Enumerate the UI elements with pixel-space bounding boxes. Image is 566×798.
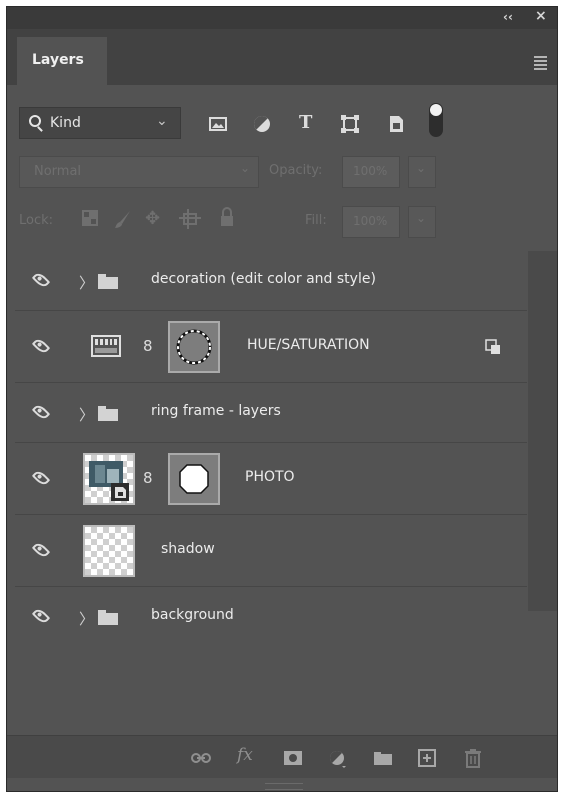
lock-artboard-icon[interactable] [179,209,201,229]
fx-icon[interactable]: fx [237,745,257,765]
layer-mask-thumbnail[interactable] [168,321,220,373]
shape-filter-icon[interactable] [339,113,361,135]
search-icon [29,115,41,127]
folder-icon [98,610,118,625]
tab-layers-label: Layers [32,52,84,68]
delete-layer-icon[interactable] [463,748,483,768]
chevron-down-icon: ⌄ [240,161,251,175]
filter-kind-select[interactable]: Kind ⌄ [19,107,181,139]
adjustment-filter-icon[interactable] [251,113,273,135]
expand-group-chevron-icon[interactable]: 〉 [79,608,94,629]
lock-position-icon[interactable]: ✥ [145,208,160,229]
new-group-icon[interactable] [373,748,393,768]
add-mask-icon[interactable] [283,748,303,768]
layer-name: HUE/SATURATION [247,336,370,353]
hue-saturation-adjustment-icon [91,335,121,357]
fill-dropdown-button[interactable]: ⌄ [408,206,436,238]
collapse-panel-icon[interactable]: ‹‹ [503,10,513,24]
visibility-eye-icon[interactable] [31,402,51,421]
chevron-down-icon: ⌄ [156,113,168,129]
lock-all-icon[interactable] [219,207,235,227]
opacity-dropdown-button[interactable]: ⌄ [408,156,436,188]
opacity-input[interactable]: 100% [342,156,400,188]
filter-toggle-icon[interactable] [427,101,445,139]
folder-icon [98,405,118,421]
link-layers-icon[interactable] [191,748,211,768]
filter-kind-label: Kind [50,115,81,131]
tab-layers[interactable]: Layers [17,37,107,85]
type-filter-icon[interactable]: T [299,112,321,134]
layer-name: decoration (edit color and style) [151,270,376,287]
layer-thumbnail[interactable] [83,525,135,577]
layer-name: shadow [161,540,215,557]
pixel-filter-icon[interactable] [207,113,229,135]
layers-scrollbar[interactable] [528,251,557,611]
chevron-down-icon: ⌄ [416,211,427,225]
visibility-eye-icon[interactable] [31,468,51,487]
visibility-eye-icon[interactable] [31,606,51,626]
visibility-eye-icon[interactable] [31,540,51,559]
expand-group-chevron-icon[interactable]: 〉 [79,272,94,293]
layers-bottom-toolbar: fx [7,735,557,778]
layer-row-photo[interactable]: 8 PHOTO [15,443,527,515]
panel-titlebar: ‹‹ × [7,7,557,29]
new-layer-icon[interactable] [417,748,437,768]
layers-list: 〉 decoration (edit color and style) 8 HU… [15,251,527,647]
layer-row-background[interactable]: 〉 background [15,587,527,647]
fill-label: Fill: [305,213,327,228]
layer-row-decoration[interactable]: 〉 decoration (edit color and style) [15,251,527,311]
visibility-eye-icon[interactable] [31,270,51,289]
opacity-value: 100% [353,164,388,178]
mask-link-chain-icon[interactable]: 8 [143,337,153,355]
visibility-eye-icon[interactable] [31,336,51,355]
fill-input[interactable]: 100% [342,206,400,238]
lock-image-pixels-icon[interactable] [113,209,133,229]
layer-row-shadow[interactable]: shadow [15,515,527,587]
mask-link-chain-icon[interactable]: 8 [143,469,153,487]
layer-name: ring frame - layers [151,402,281,419]
smart-object-thumbnail[interactable] [83,453,135,505]
folder-icon [98,273,118,289]
smart-object-filter-icon[interactable] [385,113,407,135]
layer-row-hue-saturation[interactable]: 8 HUE/SATURATION [15,311,527,383]
blend-mode-value: Normal [34,164,82,179]
layer-name: PHOTO [245,468,295,485]
panel-resize-grip[interactable] [265,783,303,790]
expand-group-chevron-icon[interactable]: 〉 [79,404,94,425]
chevron-down-icon: ⌄ [416,161,427,175]
new-adjustment-icon[interactable] [327,748,347,768]
layer-row-ring-frame[interactable]: 〉 ring frame - layers [15,383,527,443]
blend-mode-select[interactable]: Normal ⌄ [19,156,259,188]
panel-tab-bar: Layers [7,29,557,85]
layer-mask-thumbnail[interactable] [168,453,220,505]
fill-value: 100% [353,214,388,228]
lock-label: Lock: [19,213,54,228]
panel-menu-icon[interactable] [534,56,547,72]
close-panel-icon[interactable]: × [535,8,547,24]
clipping-mask-icon [485,339,500,354]
opacity-label: Opacity: [269,163,323,178]
lock-transparent-pixels-icon[interactable] [81,209,99,227]
layers-panel: ‹‹ × Layers Kind ⌄ T Normal ⌄ Opacity: 1… [6,6,558,792]
layer-name: background [151,607,234,623]
